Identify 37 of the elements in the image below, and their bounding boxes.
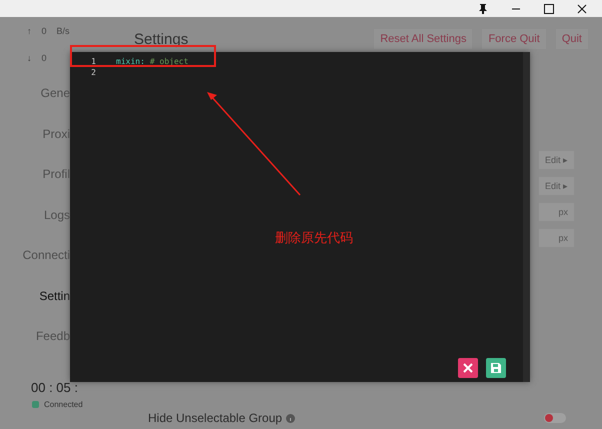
close-icon: [463, 363, 473, 373]
toggle-switch[interactable]: [544, 413, 566, 423]
traffic-arrow: ↑: [27, 26, 32, 34]
traffic-value: 0: [42, 26, 47, 34]
traffic-unit: B/s: [56, 26, 70, 34]
setting-control[interactable]: px: [538, 229, 574, 247]
annotation-text: 删除原先代码: [275, 229, 353, 247]
sidebar-item[interactable]: Gene: [40, 86, 70, 126]
line-number: 1: [90, 56, 96, 67]
pin-icon[interactable]: [476, 2, 488, 14]
traffic-value: 0: [42, 53, 47, 61]
sidebar-item[interactable]: Connecti: [22, 248, 70, 288]
maximize-icon[interactable]: [542, 2, 554, 14]
info-icon: [286, 414, 296, 422]
traffic-arrow: ↓: [27, 53, 32, 61]
sidebar-item[interactable]: Logs: [44, 208, 70, 248]
code-key: mixin:: [116, 56, 145, 67]
save-button[interactable]: [486, 358, 506, 378]
sidebar-item[interactable]: Feedb: [36, 329, 70, 370]
code-comment: # object: [150, 56, 188, 67]
page-title: Settings: [134, 30, 188, 48]
sidebar-item[interactable]: Profil: [42, 167, 70, 208]
sidebar-item[interactable]: Proxi: [42, 126, 70, 167]
setting-control[interactable]: Edit ▸: [538, 177, 574, 195]
header-button[interactable]: Quit: [556, 29, 588, 49]
header-button[interactable]: Force Quit: [482, 29, 546, 49]
sidebar-item[interactable]: Settin: [39, 288, 70, 329]
line-number: 2: [90, 67, 96, 78]
cancel-button[interactable]: [458, 358, 478, 378]
close-icon[interactable]: [576, 2, 588, 14]
setting-control[interactable]: Edit ▸: [538, 151, 574, 169]
scrollbar[interactable]: [523, 52, 530, 382]
uptime-timer: 00 : 05 :: [31, 380, 78, 394]
setting-label: Hide Unselectable Group: [148, 411, 282, 425]
setting-control[interactable]: px: [538, 203, 574, 221]
header-button[interactable]: Reset All Settings: [374, 29, 472, 49]
status-label: Connected: [44, 400, 83, 408]
